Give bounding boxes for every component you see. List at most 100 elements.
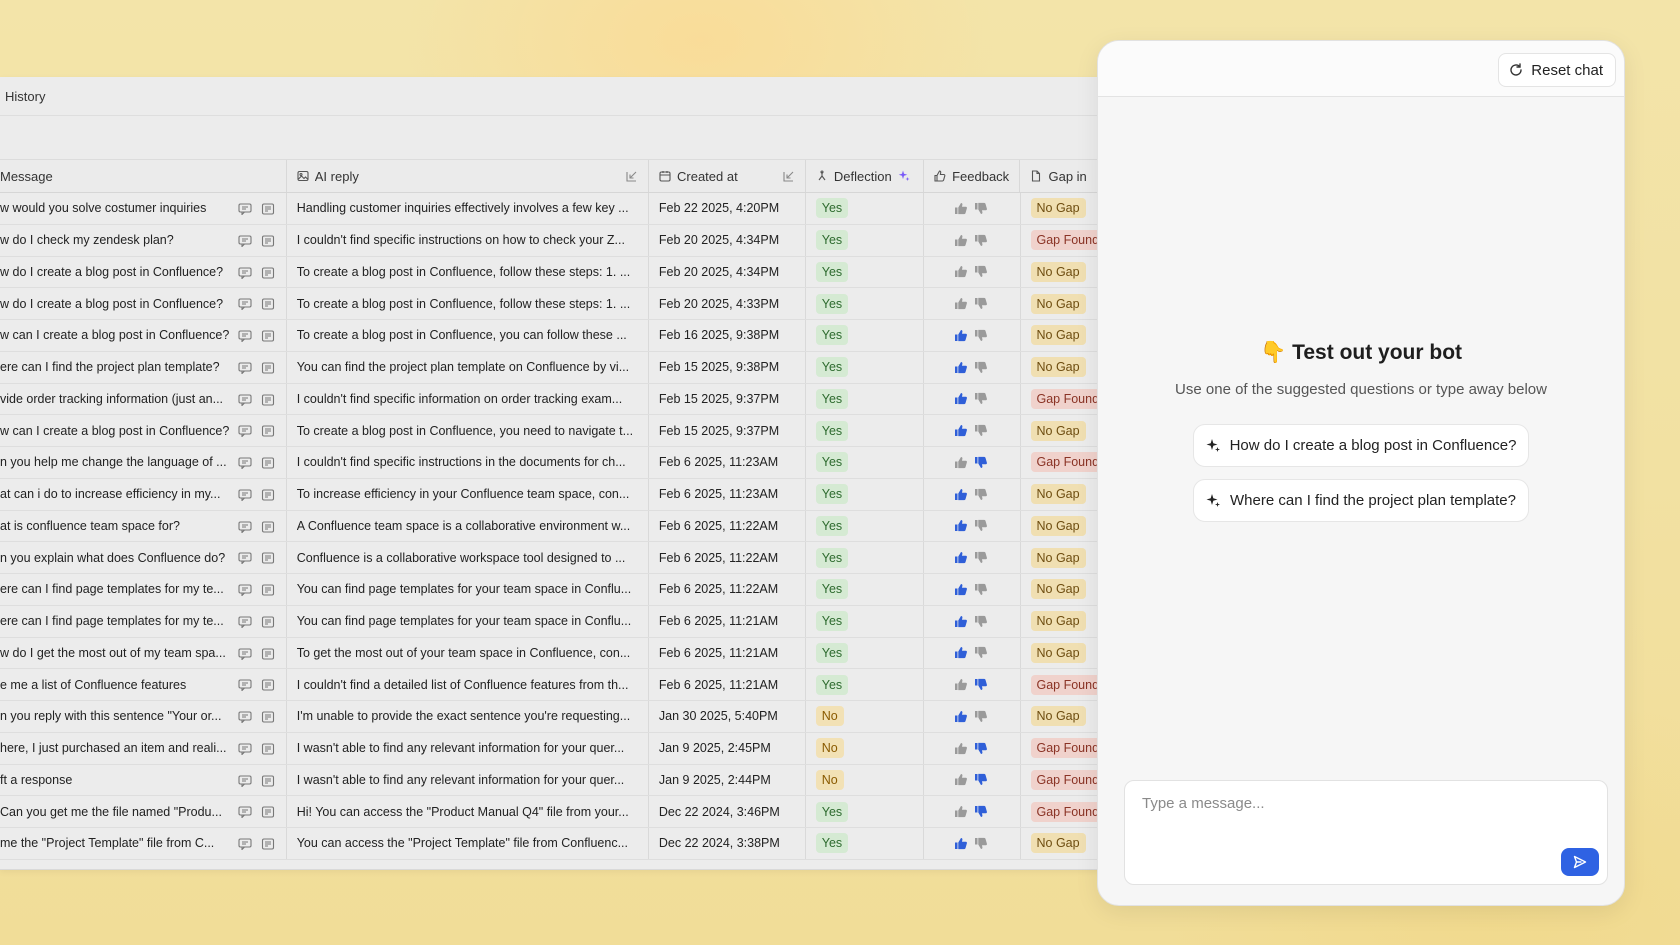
- chat-bubble-icon[interactable]: [238, 362, 252, 375]
- thumbs-up-icon[interactable]: [954, 519, 968, 532]
- cell-message[interactable]: w do I get the most out of my team spa..…: [0, 637, 287, 669]
- cell-ai-reply[interactable]: I couldn't find specific information on …: [287, 383, 649, 415]
- transcript-icon[interactable]: [261, 203, 275, 215]
- chat-bubble-icon[interactable]: [238, 489, 252, 502]
- transcript-icon[interactable]: [261, 489, 275, 501]
- table-row[interactable]: ft a response I wasn't able to find any r…: [0, 764, 1100, 797]
- thumbs-down-icon[interactable]: [974, 615, 988, 628]
- transcript-icon[interactable]: [261, 616, 275, 628]
- thumbs-up-icon[interactable]: [954, 710, 968, 723]
- cell-ai-reply[interactable]: To create a blog post in Confluence, you…: [287, 415, 649, 446]
- chat-bubble-icon[interactable]: [238, 520, 252, 534]
- collapse-column-icon[interactable]: [625, 170, 638, 183]
- thumbs-down-icon[interactable]: [974, 583, 988, 596]
- cell-ai-reply[interactable]: A Confluence team space is a collaborati…: [287, 510, 649, 542]
- cell-message[interactable]: w would you solve costumer inquiries: [0, 193, 287, 224]
- suggestion-button-blog-post[interactable]: How do I create a blog post in Confluenc…: [1192, 424, 1530, 467]
- transcript-icon[interactable]: [261, 266, 275, 279]
- table-row[interactable]: w would you solve costumer inquiries Hand…: [0, 193, 1100, 225]
- cell-message[interactable]: ere can I find page templates for my te.…: [0, 605, 287, 637]
- table-row[interactable]: at can i do to increase efficiency in my…: [0, 478, 1100, 511]
- table-row[interactable]: w do I create a blog post in Confluence?…: [0, 256, 1100, 289]
- thumbs-up-icon[interactable]: [954, 551, 968, 564]
- cell-message[interactable]: n you help me change the language of ...: [0, 447, 287, 478]
- thumbs-up-icon[interactable]: [954, 646, 968, 659]
- cell-ai-reply[interactable]: Confluence is a collaborative workspace …: [287, 542, 649, 573]
- thumbs-down-icon[interactable]: [974, 805, 988, 818]
- table-row[interactable]: w do I get the most out of my team spa..…: [0, 637, 1100, 670]
- table-row[interactable]: me the "Project Template" file from C...…: [0, 828, 1100, 860]
- transcript-icon[interactable]: [261, 711, 275, 723]
- transcript-icon[interactable]: [261, 774, 275, 787]
- message-input[interactable]: [1142, 795, 1562, 812]
- chat-bubble-icon[interactable]: [238, 235, 252, 248]
- cell-message[interactable]: n you reply with this sentence "Your or.…: [0, 701, 287, 732]
- thumbs-up-icon[interactable]: [954, 202, 968, 215]
- transcript-icon[interactable]: [261, 679, 275, 691]
- table-row[interactable]: ere can I find page templates for my te.…: [0, 574, 1100, 606]
- send-button[interactable]: [1561, 848, 1599, 876]
- thumbs-up-icon[interactable]: [954, 361, 968, 374]
- chat-bubble-icon[interactable]: [238, 616, 252, 629]
- cell-ai-reply[interactable]: To create a blog post in Confluence, fol…: [287, 256, 649, 288]
- cell-message[interactable]: w can I create a blog post in Confluence…: [0, 415, 287, 446]
- transcript-icon[interactable]: [261, 584, 275, 596]
- chat-bubble-icon[interactable]: [238, 298, 252, 312]
- cell-ai-reply[interactable]: I couldn't find specific instructions in…: [287, 447, 649, 478]
- thumbs-down-icon[interactable]: [974, 837, 988, 850]
- table-row[interactable]: n you explain what does Confluence do? Co…: [0, 542, 1100, 574]
- thumbs-down-icon[interactable]: [974, 773, 988, 786]
- thumbs-up-icon[interactable]: [954, 265, 968, 278]
- thumbs-down-icon[interactable]: [974, 646, 988, 659]
- thumbs-down-icon[interactable]: [974, 456, 988, 469]
- table-row[interactable]: w can I create a blog post in Confluence…: [0, 320, 1100, 352]
- cell-message[interactable]: n you explain what does Confluence do?: [0, 542, 287, 573]
- chat-bubble-icon[interactable]: [238, 552, 252, 566]
- chat-bubble-icon[interactable]: [238, 647, 252, 661]
- cell-message[interactable]: ere can I find the project plan template…: [0, 351, 287, 383]
- cell-ai-reply[interactable]: You can find page templates for your tea…: [287, 574, 649, 605]
- reset-chat-button[interactable]: Reset chat: [1498, 53, 1616, 87]
- table-row[interactable]: n you help me change the language of ...…: [0, 447, 1100, 479]
- cell-ai-reply[interactable]: I wasn't able to find any relevant infor…: [287, 732, 649, 764]
- cell-message[interactable]: at is confluence team space for?: [0, 510, 287, 542]
- cell-ai-reply[interactable]: You can find the project plan template o…: [287, 351, 649, 383]
- thumbs-up-icon[interactable]: [954, 392, 968, 405]
- cell-ai-reply[interactable]: I wasn't able to find any relevant infor…: [287, 764, 649, 796]
- thumbs-up-icon[interactable]: [954, 678, 968, 691]
- thumbs-down-icon[interactable]: [974, 297, 988, 310]
- thumbs-up-icon[interactable]: [954, 329, 968, 342]
- thumbs-down-icon[interactable]: [974, 742, 988, 755]
- thumbs-down-icon[interactable]: [974, 678, 988, 691]
- thumbs-down-icon[interactable]: [974, 710, 988, 723]
- chat-bubble-icon[interactable]: [238, 711, 252, 724]
- cell-message[interactable]: w do I check my zendesk plan?: [0, 224, 287, 256]
- thumbs-up-icon[interactable]: [954, 488, 968, 501]
- transcript-icon[interactable]: [261, 806, 275, 818]
- chat-bubble-icon[interactable]: [238, 330, 252, 343]
- chat-bubble-icon[interactable]: [238, 457, 252, 470]
- thumbs-down-icon[interactable]: [974, 329, 988, 342]
- cell-ai-reply[interactable]: To increase efficiency in your Confluenc…: [287, 478, 649, 510]
- thumbs-down-icon[interactable]: [974, 234, 988, 247]
- cell-message[interactable]: w do I create a blog post in Confluence?: [0, 288, 287, 319]
- thumbs-up-icon[interactable]: [954, 837, 968, 850]
- column-header-created-at[interactable]: Created at: [649, 160, 806, 192]
- column-header-ai-reply[interactable]: AI reply: [287, 160, 649, 192]
- cell-ai-reply[interactable]: I couldn't find a detailed list of Confl…: [287, 669, 649, 700]
- table-row[interactable]: ere can I find page templates for my te.…: [0, 605, 1100, 638]
- thumbs-up-icon[interactable]: [954, 234, 968, 247]
- transcript-icon[interactable]: [261, 362, 275, 374]
- cell-message[interactable]: Can you get me the file named "Produ...: [0, 796, 287, 827]
- cell-message[interactable]: here, I just purchased an item and reali…: [0, 732, 287, 764]
- transcript-icon[interactable]: [261, 425, 275, 437]
- table-row[interactable]: vide order tracking information (just an…: [0, 383, 1100, 416]
- suggestion-button-project-template[interactable]: Where can I find the project plan templa…: [1193, 479, 1529, 522]
- thumbs-down-icon[interactable]: [974, 265, 988, 278]
- table-row[interactable]: Can you get me the file named "Produ... H…: [0, 796, 1100, 828]
- table-row[interactable]: e me a list of Confluence features I coul…: [0, 669, 1100, 701]
- table-row[interactable]: w can I create a blog post in Confluence…: [0, 415, 1100, 447]
- transcript-icon[interactable]: [261, 457, 275, 469]
- thumbs-down-icon[interactable]: [974, 392, 988, 405]
- thumbs-down-icon[interactable]: [974, 519, 988, 532]
